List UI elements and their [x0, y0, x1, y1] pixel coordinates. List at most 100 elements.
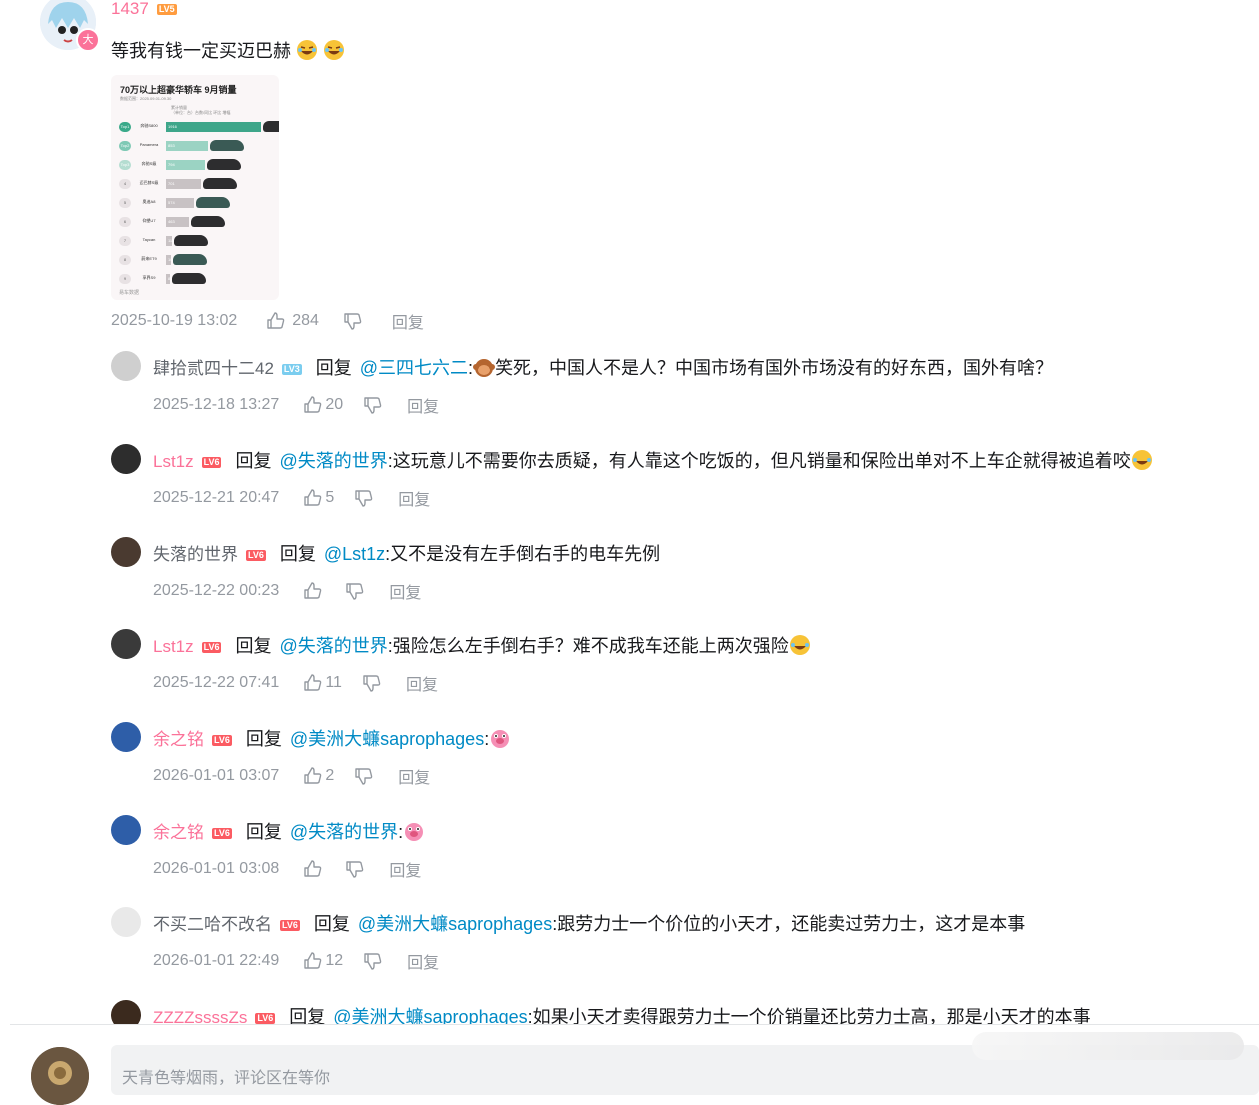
main-comment-time: 2025-10-19 13:02: [111, 312, 238, 329]
reply-target-link[interactable]: @Lst1z: [324, 544, 385, 564]
reply-username[interactable]: 肆拾贰四十二42: [153, 359, 274, 378]
image-row: 8 蔚来ET9 105: [111, 252, 279, 268]
main-username-text[interactable]: 1437: [111, 0, 149, 18]
reply-text: :跟劳力士一个价位的小天才，还能卖过劳力士，这才是本事: [552, 914, 1026, 934]
reply-username[interactable]: 不买二哈不改名: [153, 915, 272, 934]
reply-meta: 2025-12-21 20:47 5 回复: [153, 486, 430, 510]
current-user-avatar[interactable]: [31, 1047, 89, 1105]
reply-dislike-button[interactable]: [354, 488, 374, 508]
pig-emoji-icon: [405, 823, 424, 841]
main-reply-button[interactable]: 回复: [392, 309, 424, 333]
reply-like-count: 20: [325, 396, 344, 413]
reply-dislike-button[interactable]: [345, 581, 365, 601]
thumb-down-icon: [346, 861, 364, 878]
image-row-value: 463: [168, 219, 175, 224]
reply-username[interactable]: 余之铭: [153, 730, 204, 749]
vip-badge-icon: 大: [76, 28, 100, 52]
reply-username[interactable]: Lst1z: [153, 637, 194, 656]
image-row-value: 1916: [168, 124, 177, 129]
reply-time: 2026-01-01 22:49: [153, 952, 280, 969]
reply-username[interactable]: 失落的世界: [153, 545, 238, 564]
reply-dislike-button[interactable]: [345, 859, 365, 879]
car-icon: [172, 273, 206, 284]
level-badge: LV6: [212, 734, 232, 746]
level-badge: LV6: [201, 456, 222, 468]
reply-meta: 2025-12-22 00:23 回复: [153, 579, 421, 603]
reply-target-link[interactable]: @失落的世界: [290, 822, 398, 842]
image-footer: 易车数据: [119, 290, 140, 296]
reply-username[interactable]: 余之铭: [153, 823, 204, 842]
comment-image[interactable]: 70万以上超豪华轿车 9月销量 数据范围：2025.09.01-09.30 累计…: [111, 75, 279, 300]
image-row-rank: 4: [119, 179, 131, 189]
reply-target-link[interactable]: @美洲大蠊saprophages: [290, 729, 484, 749]
reply-target-link[interactable]: @三四七六二: [360, 358, 468, 378]
image-row-name: 享界S9: [142, 275, 156, 280]
image-row-bar: [166, 122, 261, 132]
reply-time: 2025-12-21 20:47: [153, 489, 280, 506]
thumb-up-icon: [304, 767, 322, 784]
reply-meta: 2025-12-18 13:27 20 回复: [153, 393, 439, 417]
reply-like-button[interactable]: 12: [303, 951, 343, 971]
reply-avatar[interactable]: [111, 444, 141, 474]
thumb-down-icon: [363, 675, 381, 692]
reply-like-count: 11: [325, 674, 342, 691]
reply-reply-button[interactable]: 回复: [407, 393, 439, 417]
image-row-value: 701: [168, 181, 175, 186]
reply-dislike-button[interactable]: [363, 951, 383, 971]
reply-time: 2025-12-22 00:23: [153, 582, 280, 599]
reply-time: 2026-01-01 03:07: [153, 767, 280, 784]
reply-like-button[interactable]: [303, 859, 325, 879]
reply-target-link[interactable]: @失落的世界: [279, 636, 387, 656]
reply-dislike-button[interactable]: [363, 395, 383, 415]
image-title: 70万以上超豪华轿车 9月销量: [120, 85, 237, 95]
reply-like-button[interactable]: 2: [303, 766, 334, 786]
reply-avatar[interactable]: [111, 537, 141, 567]
main-dislike-button[interactable]: [343, 311, 363, 331]
reply-target-link[interactable]: @失落的世界: [279, 451, 387, 471]
image-row: 6 仰望U7 463: [111, 214, 279, 230]
reply-line: 肆拾贰四十二42 LV3 回复 @三四七六二: 笑死，中国人不是人？中国市场有国外市场没…: [153, 354, 1053, 380]
reply-dislike-button[interactable]: [354, 766, 374, 786]
reply-like-button[interactable]: 11: [303, 673, 342, 693]
thumb-down-icon: [346, 583, 364, 600]
thumb-up-icon: [304, 582, 322, 599]
reply-avatar[interactable]: [111, 722, 141, 752]
main-like-button[interactable]: 284: [266, 311, 319, 331]
reply-target-link[interactable]: @美洲大蠊saprophages: [358, 914, 552, 934]
reply-reply-button[interactable]: 回复: [389, 579, 421, 603]
image-row: Top3 奔驰S级 794: [111, 157, 279, 173]
level-badge: LV6: [212, 827, 232, 839]
thumb-down-icon: [355, 490, 373, 507]
monkey-emoji-icon: [473, 359, 496, 377]
reply-username[interactable]: Lst1z: [153, 452, 194, 471]
main-comment-meta: 2025-10-19 13:02 284 回复: [111, 309, 424, 333]
reply-avatar[interactable]: [111, 629, 141, 659]
level-badge: LV6: [255, 1012, 276, 1024]
reply-like-button[interactable]: 5: [303, 488, 334, 508]
pig-emoji-icon: [491, 730, 510, 748]
image-row-rank: Top3: [119, 160, 131, 170]
reply-text: :这玩意儿不需要你去质疑，有人靠这个吃饭的，但凡销量和保险出单对不上车企就得被追…: [387, 451, 1131, 471]
reply-reply-button[interactable]: 回复: [398, 486, 430, 510]
reply-dislike-button[interactable]: [362, 673, 382, 693]
reply-word: 回复: [279, 544, 316, 564]
main-username[interactable]: 1437 LV5: [111, 0, 177, 19]
reply-avatar[interactable]: [111, 907, 141, 937]
reply-like-count: 2: [325, 767, 335, 784]
reply-text: :强险怎么左手倒右手？难不成我车还能上两次强险: [387, 636, 789, 656]
reply-reply-button[interactable]: 回复: [407, 949, 439, 973]
level-badge: LV6: [201, 641, 222, 653]
reply-like-button[interactable]: 20: [303, 395, 343, 415]
reply-like-button[interactable]: [303, 581, 325, 601]
reply-avatar[interactable]: [111, 351, 141, 381]
reply-reply-button[interactable]: 回复: [398, 764, 430, 788]
image-row-value: 853: [168, 143, 175, 148]
reply-word: 回复: [313, 914, 350, 934]
car-icon: [203, 178, 237, 189]
image-row: Top2 Panamera 853: [111, 138, 279, 154]
reply-reply-button[interactable]: 回复: [406, 671, 438, 695]
reply-avatar[interactable]: [111, 815, 141, 845]
reply-reply-button[interactable]: 回复: [389, 857, 421, 881]
reply-time: 2026-01-01 03:08: [153, 860, 280, 877]
image-row: 4 迈巴赫S级 701: [111, 176, 279, 192]
